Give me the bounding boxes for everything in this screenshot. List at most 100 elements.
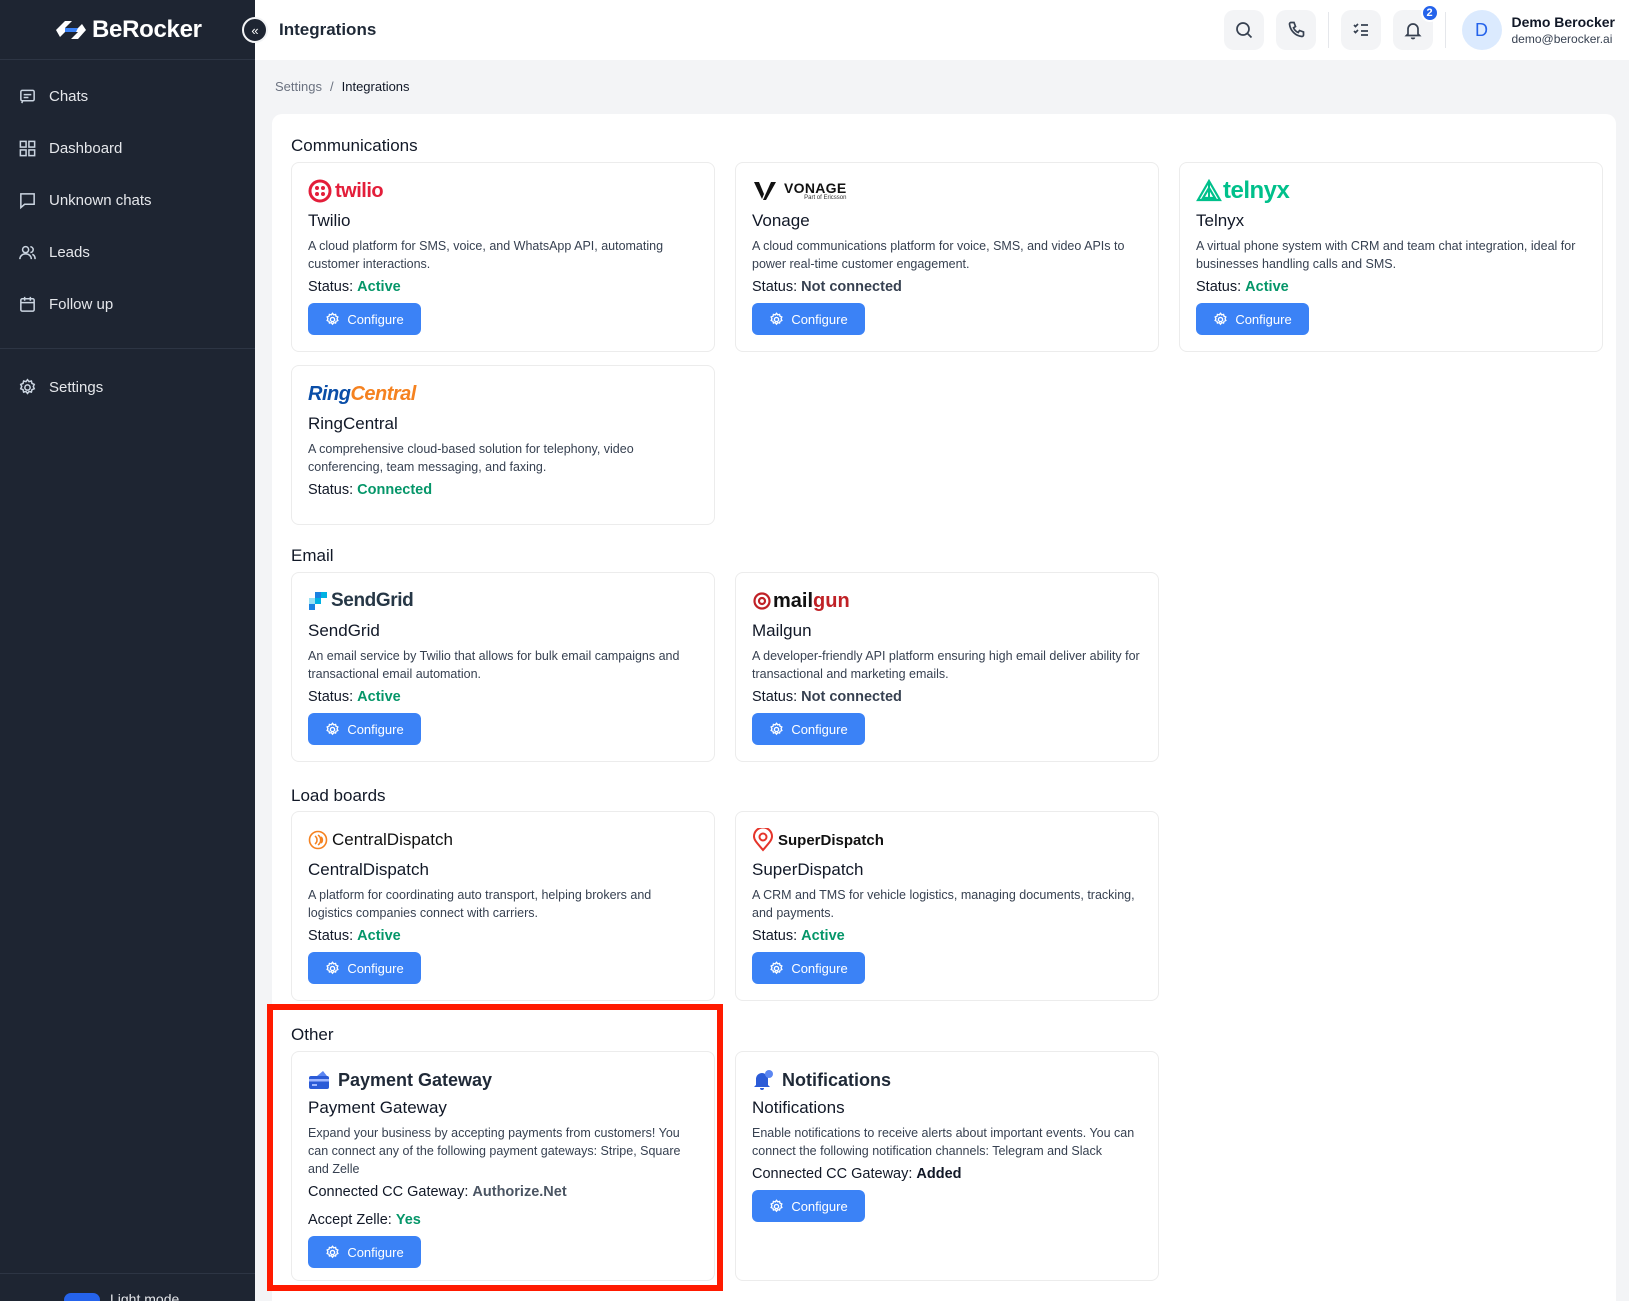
configure-sendgrid-button[interactable]: Configure [308, 713, 421, 745]
mailgun-logo: mail gun [752, 587, 1142, 615]
search-icon [1235, 22, 1252, 39]
gateway-label: Connected CC Gateway: [752, 1166, 913, 1182]
breadcrumb-separator: / [329, 79, 334, 94]
superdispatch-logo: SuperDispatch [752, 826, 1142, 854]
card-description: A cloud platform for SMS, voice, and Wha… [308, 239, 664, 271]
sidebar-item-label: Settings [49, 378, 104, 396]
ringcentral-logo-text-a: Ring [308, 382, 351, 405]
collapse-sidebar-button[interactable]: « [242, 17, 268, 43]
integration-card-superdispatch: SuperDispatch SuperDispatch A CRM and TM… [735, 811, 1159, 1001]
search-button[interactable] [1223, 10, 1264, 50]
card-name: Twilio [308, 211, 351, 230]
sidebar-item-settings[interactable]: Settings [0, 361, 255, 413]
card-status: Status: Active [308, 928, 698, 944]
gear-icon [326, 721, 340, 735]
message-square-icon [20, 192, 35, 209]
gear-icon [770, 960, 784, 974]
tasks-button[interactable] [1340, 10, 1381, 50]
telnyx-logo-text: telnyx [1223, 177, 1290, 204]
card-status: Status: Active [308, 689, 698, 705]
phone-button[interactable] [1275, 10, 1316, 50]
configure-twilio-button[interactable]: Configure [308, 303, 421, 335]
card-name: Mailgun [752, 621, 812, 640]
brand[interactable]: BeRocker [0, 0, 255, 60]
configure-notifications-button[interactable]: Configure [752, 1190, 865, 1222]
centraldispatch-logo: CentralDispatch [308, 826, 698, 854]
card-description: A CRM and TMS for vehicle logistics, man… [752, 888, 1135, 920]
sendgrid-logo: SendGrid [308, 587, 698, 615]
sidebar-item-dashboard[interactable]: Dashboard [0, 122, 255, 174]
header-divider [1444, 12, 1446, 48]
notifications-button[interactable]: 2 [1392, 4, 1439, 50]
integration-card-ringcentral: Ring Central RingCentral A comprehensive … [291, 365, 715, 525]
configure-label: Configure [791, 1198, 848, 1214]
card-description: A platform for coordinating auto transpo… [308, 888, 652, 920]
card-description: A comprehensive cloud-based solution for… [308, 442, 634, 474]
mailgun-logo-text-b: gun [813, 589, 850, 612]
card-description: A cloud communications platform for voic… [752, 239, 1125, 271]
integration-card-notifications: Notifications Notifications Enable notif… [735, 1051, 1159, 1281]
configure-label: Configure [347, 960, 404, 976]
card-name: SendGrid [308, 621, 380, 640]
top-header: Integrations 2 D Demo Berocker demo@bero… [255, 0, 1629, 60]
configure-vonage-button[interactable]: Configure [752, 303, 865, 335]
card-description: A developer-friendly API platform ensuri… [752, 649, 1140, 681]
breadcrumb-settings-link[interactable]: Settings [275, 79, 322, 94]
gear-icon [770, 1198, 784, 1212]
configure-label: Configure [347, 311, 404, 327]
status-value: Active [801, 928, 845, 944]
integration-card-telnyx: telnyx Telnyx A virtual phone system wit… [1179, 162, 1603, 352]
gear-icon [326, 311, 340, 325]
card-status: Status: Active [1196, 279, 1586, 295]
status-value: Active [357, 928, 401, 944]
sidebar-item-follow-up[interactable]: Follow up [0, 278, 255, 330]
sidebar-item-chats[interactable]: Chats [0, 70, 255, 122]
chevrons-left-icon: « [251, 22, 259, 38]
status-value: Active [1245, 279, 1289, 295]
card-name: Telnyx [1196, 211, 1245, 230]
status-value: Connected [357, 482, 433, 498]
sidebar-item-unknown-chats[interactable]: Unknown chats [0, 174, 255, 226]
header-divider [1327, 12, 1329, 48]
gear-icon [770, 311, 784, 325]
configure-superdispatch-button[interactable]: Configure [752, 952, 865, 984]
card-name: Vonage [752, 211, 810, 230]
theme-toggle-area: Light mode [0, 1273, 255, 1301]
sidebar-item-label: Leads [49, 243, 90, 261]
user-menu[interactable]: D Demo Berocker demo@berocker.ai [1461, 10, 1616, 50]
telnyx-logo: telnyx [1196, 177, 1586, 205]
configure-centraldispatch-button[interactable]: Configure [308, 952, 421, 984]
chat-icon [20, 89, 35, 103]
ringcentral-logo: Ring Central [308, 380, 698, 408]
sidebar-item-label: Unknown chats [49, 191, 152, 209]
telnyx-logo-icon [1196, 179, 1222, 202]
configure-label: Configure [791, 721, 848, 737]
status-label: Status: [308, 928, 354, 944]
centraldispatch-logo-icon [308, 830, 328, 850]
sidebar-nav: Chats Dashboard Unknown chats Leads Foll… [0, 60, 255, 413]
configure-telnyx-button[interactable]: Configure [1196, 303, 1309, 335]
bell-icon [754, 1070, 773, 1090]
status-label: Status: [752, 279, 798, 295]
theme-toggle[interactable] [64, 1293, 100, 1301]
card-name: RingCentral [308, 414, 398, 433]
grid-icon [19, 140, 36, 156]
notifications-logo: Notifications [752, 1066, 1142, 1094]
superdispatch-logo-text: SuperDispatch [778, 831, 884, 849]
sidebar-item-label: Chats [49, 87, 89, 105]
status-value: Active [357, 279, 401, 295]
mailgun-logo-icon [753, 592, 771, 610]
sidebar-item-leads[interactable]: Leads [0, 226, 255, 278]
status-label: Status: [752, 689, 798, 705]
card-description: A virtual phone system with CRM and team… [1196, 239, 1576, 271]
configure-label: Configure [1235, 311, 1292, 327]
user-name: Demo Berocker [1511, 14, 1616, 30]
section-title-email: Email [291, 546, 334, 565]
configure-mailgun-button[interactable]: Configure [752, 713, 865, 745]
section-title-communications: Communications [291, 136, 418, 155]
gear-icon [1214, 311, 1228, 325]
calendar-icon [20, 296, 35, 312]
card-name: SuperDispatch [752, 860, 864, 879]
user-email: demo@berocker.ai [1511, 32, 1613, 46]
status-label: Status: [752, 928, 798, 944]
